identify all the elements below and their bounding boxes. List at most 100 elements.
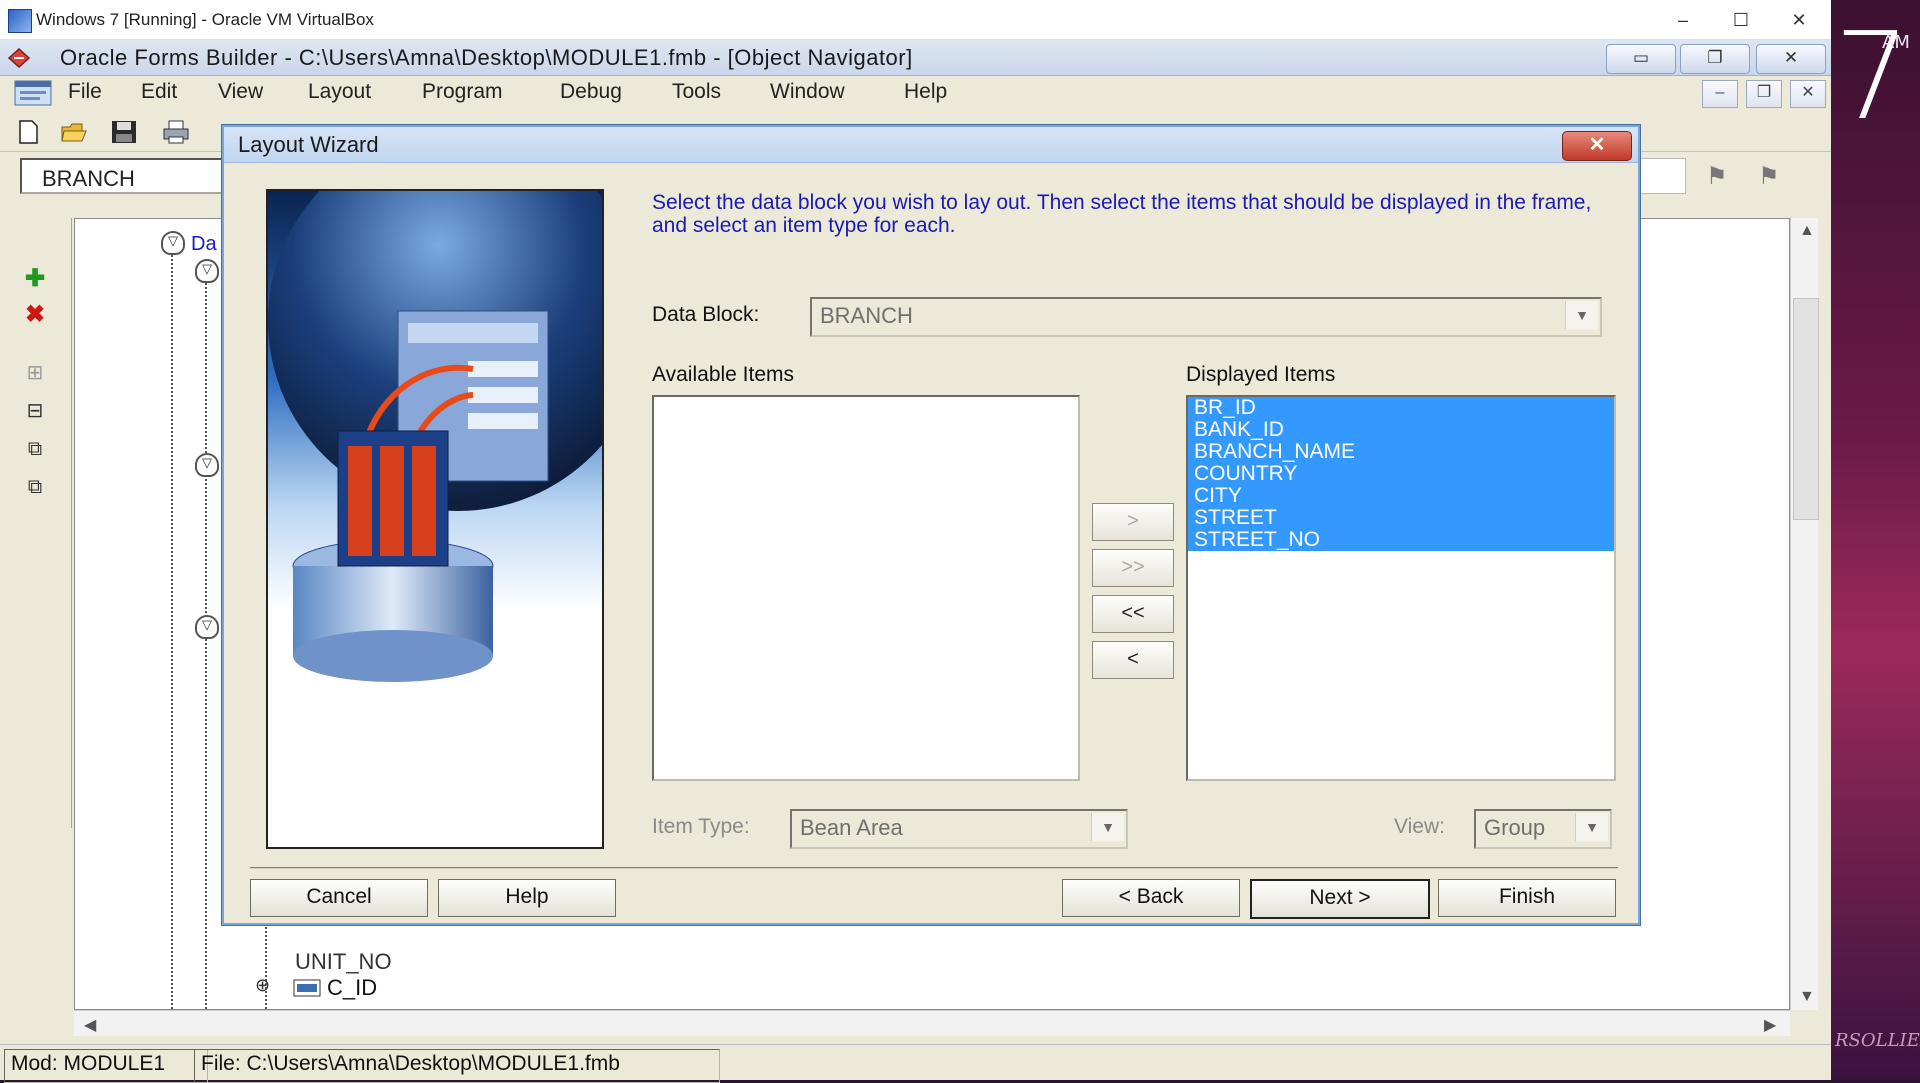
- list-item[interactable]: BANK_ID: [1188, 419, 1614, 441]
- list-item[interactable]: CITY: [1188, 485, 1614, 507]
- wizard-close-button[interactable]: ✕: [1562, 131, 1632, 161]
- move-all-left-button[interactable]: <<: [1092, 595, 1174, 633]
- desktop-wallpaper: 7 AM RSOLLIER: [1830, 0, 1920, 1080]
- scroll-up-icon[interactable]: ▲: [1799, 222, 1815, 240]
- mdi-restore-button[interactable]: ❐: [1746, 80, 1782, 108]
- help-button[interactable]: Help: [438, 879, 616, 917]
- list-item[interactable]: STREET_NO: [1188, 529, 1614, 551]
- menu-file[interactable]: File: [68, 80, 102, 104]
- chevron-down-icon[interactable]: ▼: [1575, 813, 1608, 841]
- clock-suffix: AM: [1882, 32, 1910, 53]
- wizard-titlebar: Layout Wizard ✕: [224, 127, 1638, 163]
- forms-title: Oracle Forms Builder - C:\Users\Amna\Des…: [60, 45, 913, 70]
- menu-help[interactable]: Help: [904, 80, 947, 104]
- back-button[interactable]: < Back: [1062, 879, 1240, 917]
- expand-icon[interactable]: ⊞: [18, 358, 52, 388]
- data-block-value: BRANCH: [820, 303, 913, 328]
- item-type-select[interactable]: Bean Area ▼: [790, 809, 1128, 849]
- wallpaper-signature: RSOLLIER: [1835, 1030, 1920, 1051]
- list-item[interactable]: BRANCH_NAME: [1188, 441, 1614, 463]
- wizard-illustration-graphic: [268, 191, 602, 847]
- status-file: File: C:\Users\Amna\Desktop\MODULE1.fmb: [194, 1049, 720, 1083]
- print-icon[interactable]: [162, 119, 190, 145]
- create-icon[interactable]: ✚: [18, 264, 52, 294]
- forms-close-button[interactable]: ✕: [1756, 44, 1826, 74]
- wizard-illustration: [266, 189, 604, 849]
- menu-window[interactable]: Window: [770, 80, 845, 104]
- mdi-minimize-button[interactable]: –: [1702, 80, 1738, 108]
- view-select[interactable]: Group ▼: [1474, 809, 1612, 849]
- navigator-field-value: BRANCH: [42, 166, 135, 191]
- menu-debug[interactable]: Debug: [560, 80, 622, 104]
- wizard-instructions: Select the data block you wish to lay ou…: [652, 191, 1592, 237]
- collapse-all-icon[interactable]: ⧉: [18, 472, 52, 502]
- forms-minimize-button[interactable]: ▭: [1606, 44, 1676, 74]
- layout-wizard-dialog: Layout Wizard ✕ Select the data block yo…: [222, 125, 1640, 925]
- data-block-select[interactable]: BRANCH ▼: [810, 297, 1602, 337]
- menu-bar: File Edit View Layout Program Debug Tool…: [0, 76, 1831, 110]
- list-item[interactable]: BR_ID: [1188, 397, 1614, 419]
- scroll-down-icon[interactable]: ▼: [1799, 988, 1815, 1006]
- vertical-scrollbar[interactable]: ▲ ▼: [1790, 218, 1819, 1010]
- tree-item-unit-no[interactable]: UNIT_NO: [295, 949, 392, 975]
- move-left-button[interactable]: <: [1092, 641, 1174, 679]
- child-window-icon: [14, 80, 52, 106]
- virtualbox-icon: [8, 9, 32, 33]
- finish-button[interactable]: Finish: [1438, 879, 1616, 917]
- tree-item-c-id[interactable]: C_ID: [327, 975, 377, 1001]
- search-forward-icon[interactable]: ⚑: [1758, 162, 1794, 192]
- scroll-left-icon[interactable]: ◀: [84, 1015, 96, 1035]
- item-type-value: Bean Area: [800, 815, 903, 840]
- view-label: View:: [1394, 815, 1445, 838]
- tree-node-label[interactable]: Da: [191, 233, 217, 256]
- mdi-close-button[interactable]: ✕: [1790, 80, 1826, 108]
- navigator-search-input[interactable]: [1640, 158, 1686, 194]
- delete-icon[interactable]: ✖: [18, 300, 52, 330]
- displayed-items-label: Displayed Items: [1186, 363, 1336, 386]
- host-minimize-button[interactable]: –: [1660, 6, 1706, 34]
- forms-titlebar: Oracle Forms Builder - C:\Users\Amna\Des…: [0, 40, 1831, 76]
- search-backward-icon[interactable]: ⚑: [1706, 162, 1742, 192]
- chevron-down-icon[interactable]: ▼: [1091, 813, 1124, 841]
- wizard-separator: [250, 867, 1618, 869]
- data-block-label: Data Block:: [652, 303, 760, 326]
- horizontal-scrollbar[interactable]: ◀ ▶: [74, 1010, 1790, 1036]
- tree-expander[interactable]: ▽: [161, 231, 185, 255]
- move-right-button[interactable]: >: [1092, 503, 1174, 541]
- save-icon[interactable]: [110, 119, 138, 145]
- host-maximize-button[interactable]: ☐: [1718, 6, 1764, 34]
- menu-program[interactable]: Program: [422, 80, 503, 104]
- menu-edit[interactable]: Edit: [141, 80, 177, 104]
- forms-restore-button[interactable]: ❐: [1680, 44, 1750, 74]
- menu-view[interactable]: View: [218, 80, 263, 104]
- menu-tools[interactable]: Tools: [672, 80, 721, 104]
- forms-app-icon: [7, 47, 31, 69]
- scroll-thumb[interactable]: [1793, 298, 1819, 520]
- tree-expander[interactable]: ▽: [195, 615, 219, 639]
- list-item[interactable]: STREET: [1188, 507, 1614, 529]
- menu-layout[interactable]: Layout: [308, 80, 371, 104]
- open-folder-icon[interactable]: [60, 119, 88, 145]
- new-file-icon[interactable]: [14, 119, 42, 145]
- collapse-icon[interactable]: ⊟: [18, 396, 52, 426]
- view-value: Group: [1484, 815, 1546, 840]
- virtualbox-titlebar: Windows 7 [Running] - Oracle VM VirtualB…: [0, 0, 1831, 40]
- tree-item-expander[interactable]: ⊕: [255, 975, 270, 996]
- chevron-down-icon[interactable]: ▼: [1565, 301, 1598, 329]
- tree-expander[interactable]: ▽: [195, 453, 219, 477]
- wizard-title: Layout Wizard: [238, 132, 379, 157]
- navigator-side-toolbar: ✚ ✖ ⊞ ⊟ ⧉ ⧉: [0, 218, 72, 828]
- status-bar: Mod: MODULE1 File: C:\Users\Amna\Desktop…: [0, 1044, 1831, 1083]
- next-button[interactable]: Next >: [1250, 879, 1430, 919]
- move-all-right-button[interactable]: >>: [1092, 549, 1174, 587]
- list-item[interactable]: COUNTRY: [1188, 463, 1614, 485]
- expand-all-icon[interactable]: ⧉: [18, 434, 52, 464]
- cancel-button[interactable]: Cancel: [250, 879, 428, 917]
- host-close-button[interactable]: ✕: [1776, 6, 1822, 34]
- tree-expander[interactable]: ▽: [195, 259, 219, 283]
- item-type-label: Item Type:: [652, 815, 750, 838]
- displayed-items-list[interactable]: BR_ID BANK_ID BRANCH_NAME COUNTRY CITY S…: [1186, 395, 1616, 781]
- available-items-list[interactable]: [652, 395, 1080, 781]
- scroll-right-icon[interactable]: ▶: [1764, 1015, 1776, 1035]
- item-icon: [293, 979, 321, 997]
